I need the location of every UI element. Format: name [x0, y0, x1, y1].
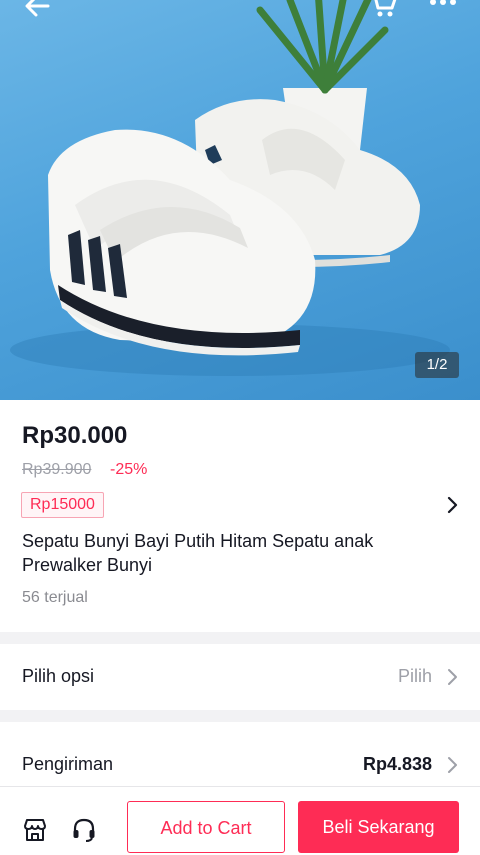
product-price: Rp30.000 — [22, 422, 128, 449]
bottom-action-bar: Add to Cart Beli Sekarang — [0, 786, 480, 855]
image-counter: 1/2 — [415, 352, 459, 378]
chevron-right-icon — [444, 756, 460, 779]
option-label: Pilih opsi — [22, 666, 95, 686]
product-title: Sepatu Bunyi Bayi Putih Hitam Sepatu ana… — [22, 531, 374, 575]
voucher-row[interactable]: Rp15000 — [0, 492, 480, 522]
shipping-label: Pengiriman — [22, 754, 114, 774]
shop-icon[interactable] — [22, 817, 48, 848]
cart-icon[interactable] — [368, 0, 398, 18]
product-image-gallery[interactable]: 1/2 — [0, 0, 480, 400]
select-option-row[interactable]: Pilih opsi Pilih — [0, 644, 480, 710]
more-icon[interactable] — [428, 0, 458, 18]
add-to-cart-button[interactable]: Add to Cart — [127, 801, 285, 853]
product-photo — [10, 0, 450, 376]
back-arrow-icon[interactable] — [22, 0, 52, 18]
buy-now-button[interactable]: Beli Sekarang — [298, 801, 459, 853]
option-value: Pilih — [397, 666, 432, 686]
chevron-right-icon — [444, 668, 460, 691]
headset-icon[interactable] — [71, 817, 97, 848]
shipping-row[interactable]: Pengiriman Rp4.838 — [0, 722, 480, 792]
chevron-right-icon[interactable] — [444, 496, 460, 519]
voucher-tag[interactable]: Rp15000 — [21, 492, 104, 518]
original-price: Rp39.900 — [22, 461, 92, 478]
shipping-cost: Rp4.838 — [362, 754, 432, 774]
sold-count: 56 terjual — [22, 589, 88, 606]
discount-badge: -25% — [110, 461, 148, 478]
product-info: Rp30.000 Rp39.900 -25% Rp15000 Sepatu Bu… — [0, 400, 480, 632]
